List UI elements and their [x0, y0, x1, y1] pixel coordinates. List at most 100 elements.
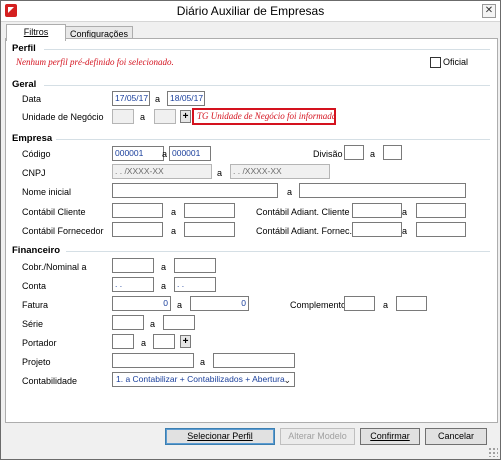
- cobr-label: Cobr./Nominal a: [22, 262, 87, 272]
- geral-group-title: Geral: [12, 79, 37, 90]
- fatura-from-input[interactable]: 0: [112, 296, 171, 311]
- contabil-cliente-to-input[interactable]: [184, 203, 235, 218]
- contabil-fornecedor-to-input[interactable]: [184, 222, 235, 237]
- cancelar-label: Cancelar: [437, 431, 475, 441]
- contabil-fornecedor-label: Contábil Fornecedor: [22, 226, 104, 236]
- nome-label: Nome inicial: [22, 187, 72, 197]
- chevron-down-icon: ⌄: [283, 375, 291, 385]
- codigo-label: Código: [22, 149, 51, 159]
- alterar-modelo-label: Alterar Modelo: [288, 431, 347, 441]
- contabil-adiant-cliente-from-input[interactable]: [352, 203, 402, 218]
- conta-a-label: a: [161, 281, 167, 291]
- divisao-to-input[interactable]: [383, 145, 402, 160]
- portador-label: Portador: [22, 338, 57, 348]
- contabil-adiant-cliente-label: Contábil Adiant. Cliente: [256, 207, 350, 217]
- unidade-a-label: a: [140, 112, 146, 122]
- contabil-adiant-fornec-from-input[interactable]: [352, 222, 402, 237]
- unidade-warning: TG Unidade de Negócio foi informada.: [192, 108, 336, 125]
- data-label: Data: [22, 94, 42, 104]
- alterar-modelo-button[interactable]: Alterar Modelo: [280, 428, 355, 445]
- resize-grip-icon[interactable]: [488, 447, 498, 457]
- contabil-adiant-fornec-a-label: a: [402, 226, 408, 236]
- confirmar-label: Confirmar: [370, 431, 410, 441]
- portador-to-input[interactable]: [153, 334, 175, 349]
- unidade-from-input[interactable]: [112, 109, 134, 124]
- close-icon[interactable]: ✕: [482, 4, 496, 18]
- conta-label: Conta: [22, 281, 47, 291]
- portador-a-label: a: [141, 338, 147, 348]
- financeiro-group-title: Financeiro: [12, 245, 61, 256]
- fatura-to-input[interactable]: 0: [190, 296, 249, 311]
- window-title: Diário Auxiliar de Empresas: [176, 4, 325, 18]
- oficial-label: Oficial: [443, 57, 469, 67]
- complemento-a-label: a: [383, 300, 389, 310]
- empresa-group-title: Empresa: [12, 133, 53, 144]
- conta-to-input[interactable]: . .: [174, 277, 216, 292]
- conta-from-input[interactable]: . .: [112, 277, 154, 292]
- complemento-to-input[interactable]: [396, 296, 427, 311]
- cobr-a-label: a: [161, 262, 167, 272]
- selecionar-perfil-button[interactable]: Selecionar Perfil: [165, 428, 275, 445]
- complemento-label: Complemento: [290, 300, 347, 310]
- geral-divider: [44, 85, 490, 86]
- oficial-checkbox[interactable]: [430, 57, 441, 68]
- contabilidade-select-value: 1. a Contabilizar + Contabilizados + Abe…: [116, 374, 285, 384]
- complemento-from-input[interactable]: [344, 296, 375, 311]
- nome-from-input[interactable]: [112, 183, 278, 198]
- divisao-a-label: a: [370, 149, 376, 159]
- financeiro-divider: [66, 251, 490, 252]
- fatura-a-label: a: [177, 300, 183, 310]
- dialog-window: Diário Auxiliar de Empresas ✕ Filtros Co…: [0, 0, 501, 460]
- portador-from-input[interactable]: [112, 334, 134, 349]
- cnpj-from-input[interactable]: . . /XXXX-XX: [112, 164, 212, 179]
- empresa-divider: [56, 139, 490, 140]
- cnpj-label: CNPJ: [22, 168, 46, 178]
- perfil-group-title: Perfil: [12, 43, 36, 54]
- data-to-input[interactable]: 18/05/17: [167, 91, 205, 106]
- projeto-from-input[interactable]: [112, 353, 194, 368]
- divisao-from-input[interactable]: [344, 145, 364, 160]
- projeto-to-input[interactable]: [213, 353, 295, 368]
- contabil-adiant-fornec-label: Contábil Adiant. Fornec.: [256, 226, 353, 236]
- cobr-from-input[interactable]: [112, 258, 154, 273]
- contabil-adiant-cliente-a-label: a: [402, 207, 408, 217]
- codigo-to-input[interactable]: 000001: [169, 146, 211, 161]
- projeto-label: Projeto: [22, 357, 51, 367]
- unidade-label: Unidade de Negócio: [22, 112, 104, 122]
- serie-to-input[interactable]: [163, 315, 195, 330]
- codigo-a-label: a: [162, 149, 168, 159]
- filters-panel: Perfil Nenhum perfil pré-definido foi se…: [5, 38, 498, 423]
- cancelar-button[interactable]: Cancelar: [425, 428, 487, 445]
- serie-a-label: a: [150, 319, 156, 329]
- perfil-message: Nenhum perfil pré-definido foi seleciona…: [16, 57, 174, 67]
- portador-add-button[interactable]: +: [180, 335, 191, 348]
- cobr-to-input[interactable]: [174, 258, 216, 273]
- nome-to-input[interactable]: [299, 183, 466, 198]
- contabil-fornecedor-from-input[interactable]: [112, 222, 163, 237]
- perfil-divider: [44, 49, 490, 50]
- contabilidade-select[interactable]: 1. a Contabilizar + Contabilizados + Abe…: [112, 372, 295, 387]
- codigo-from-input[interactable]: 000001: [112, 146, 164, 161]
- contabilidade-label: Contabilidade: [22, 376, 78, 386]
- title-bar: Diário Auxiliar de Empresas ✕: [1, 1, 500, 22]
- divisao-label: Divisão: [313, 149, 343, 159]
- nome-a-label: a: [287, 187, 293, 197]
- projeto-a-label: a: [200, 357, 206, 367]
- unidade-add-button[interactable]: +: [180, 110, 191, 123]
- tab-filtros-label: Filtros: [23, 27, 49, 37]
- selecionar-perfil-label: Selecionar Perfil: [187, 431, 253, 441]
- contabil-adiant-fornec-to-input[interactable]: [416, 222, 466, 237]
- confirmar-button[interactable]: Confirmar: [360, 428, 420, 445]
- tab-filtros[interactable]: Filtros: [6, 24, 66, 41]
- contabil-cliente-label: Contábil Cliente: [22, 207, 86, 217]
- serie-from-input[interactable]: [112, 315, 144, 330]
- contabil-cliente-from-input[interactable]: [112, 203, 163, 218]
- data-a-label: a: [155, 94, 161, 104]
- cnpj-a-label: a: [217, 168, 223, 178]
- contabil-adiant-cliente-to-input[interactable]: [416, 203, 466, 218]
- cnpj-to-input[interactable]: . . /XXXX-XX: [230, 164, 330, 179]
- contabil-fornecedor-a-label: a: [171, 226, 177, 236]
- data-from-input[interactable]: 17/05/17: [112, 91, 150, 106]
- serie-label: Série: [22, 319, 44, 329]
- unidade-to-input[interactable]: [154, 109, 176, 124]
